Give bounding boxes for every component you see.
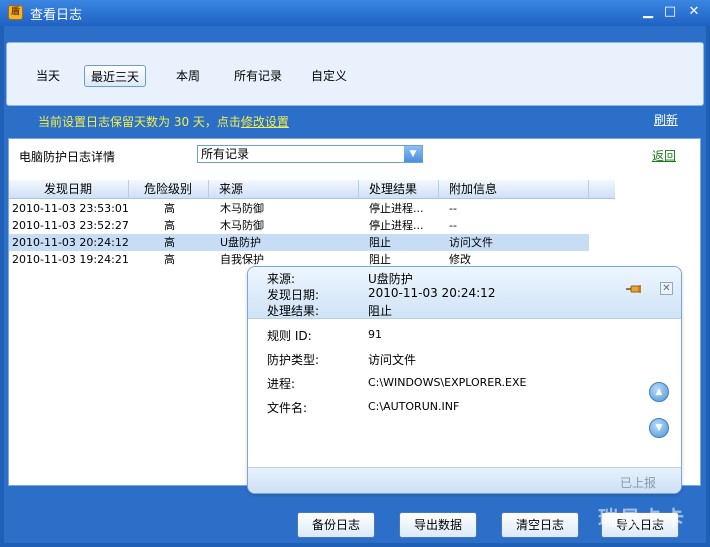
chevron-down-icon[interactable]: ▼ [404,146,422,162]
minimize-button[interactable]: ▁ [638,3,658,21]
column-header-result[interactable]: 处理结果 [359,180,439,199]
row-level: 高 [164,219,175,232]
export-data-button[interactable]: 导出数据 [399,512,477,538]
table-row[interactable]: 2010-11-03 23:52:27 高 木马防御 停止进程... -- [9,217,589,234]
scroll-down-icon[interactable]: ▼ [649,418,669,438]
scroll-up-icon[interactable]: ▲ [649,382,669,402]
log-detail-popup: 来源: U盘防护 发现日期: 2010-11-03 20:24:12 处理结果:… [247,266,682,494]
table-header: 发现日期 危险级别 来源 处理结果 附加信息 [9,180,615,199]
time-range-tabs: 当天 最近三天 本周 所有记录 自定义 [6,42,704,106]
row-level: 高 [164,202,175,215]
popup-file-value: C:\AUTORUN.INF [368,400,460,413]
row-source: 木马防御 [220,219,264,232]
popup-footer: 已上报 [248,467,681,493]
pin-icon[interactable] [626,283,642,295]
popup-file-label: 文件名: [267,401,308,415]
retention-notice: 当前设置日志保留天数为 30 天，点击修改设置 [38,113,289,130]
popup-process-value: C:\WINDOWS\EXPLORER.EXE [368,376,527,389]
popup-result-label: 处理结果: [267,304,320,318]
modify-settings-link[interactable]: 修改设置 [241,115,289,129]
popup-rule-value: 91 [368,328,382,341]
row-info: -- [449,219,457,232]
popup-source-label: 来源: [267,272,296,286]
row-date: 2010-11-03 23:53:01 [12,202,129,215]
row-date: 2010-11-03 20:24:12 [12,236,129,249]
table-row-selected[interactable]: 2010-11-03 20:24:12 高 U盘防护 阻止 访问文件 [9,234,589,251]
column-header-source[interactable]: 来源 [209,180,359,199]
row-source: U盘防护 [220,236,262,249]
popup-date-value: 2010-11-03 20:24:12 [368,286,496,300]
window-title: 查看日志 [30,8,83,23]
tab-this-week[interactable]: 本周 [170,65,206,87]
watermark-logo: 瑞星卡卡 [598,506,686,530]
maximize-button[interactable]: □ [660,3,680,21]
popup-type-label: 防护类型: [267,353,320,367]
popup-rule-label: 规则 ID: [267,329,312,343]
tab-last-three-days[interactable]: 最近三天 [84,65,147,87]
log-detail-label: 电脑防护日志详情 [19,150,116,164]
row-date: 2010-11-03 19:24:21 [12,253,129,266]
row-level: 高 [164,236,175,249]
clear-log-button[interactable]: 清空日志 [501,512,579,538]
row-result: 停止进程... [369,202,424,215]
reported-status: 已上报 [620,476,657,490]
popup-date-label: 发现日期: [267,288,320,302]
popup-header: 来源: U盘防护 发现日期: 2010-11-03 20:24:12 处理结果:… [248,267,681,319]
retention-notice-text: 当前设置日志保留天数为 30 天，点击 [38,115,241,129]
column-header-level[interactable]: 危险级别 [129,180,209,199]
popup-type-value: 访问文件 [368,353,417,367]
row-result: 阻止 [369,236,391,249]
backup-log-button[interactable]: 备份日志 [297,512,375,538]
column-header-date[interactable]: 发现日期 [9,180,129,199]
column-header-info[interactable]: 附加信息 [439,180,589,199]
row-info: -- [449,202,457,215]
table-row[interactable]: 2010-11-03 23:53:01 高 木马防御 停止进程... -- [9,200,589,217]
tab-today[interactable]: 当天 [30,65,66,87]
row-source: 木马防御 [220,202,264,215]
log-filter-value: 所有记录 [201,147,250,161]
row-result: 停止进程... [369,219,424,232]
back-link[interactable]: 返回 [652,147,676,164]
popup-source-value: U盘防护 [368,272,413,286]
popup-result-value: 阻止 [368,304,393,318]
shield-icon: 盾 [8,5,23,20]
title-bar: 盾 查看日志 ▁ □ ✕ [0,0,710,26]
row-level: 高 [164,253,175,266]
row-info: 访问文件 [449,236,493,249]
popup-process-label: 进程: [267,377,296,391]
refresh-link[interactable]: 刷新 [654,111,678,128]
tab-custom[interactable]: 自定义 [305,65,353,87]
close-button[interactable]: ✕ [684,3,704,21]
log-filter-select[interactable]: 所有记录 ▼ [197,145,423,163]
popup-close-icon[interactable]: ✕ [660,282,673,295]
row-date: 2010-11-03 23:52:27 [12,219,129,232]
tab-all-records[interactable]: 所有记录 [228,65,288,87]
